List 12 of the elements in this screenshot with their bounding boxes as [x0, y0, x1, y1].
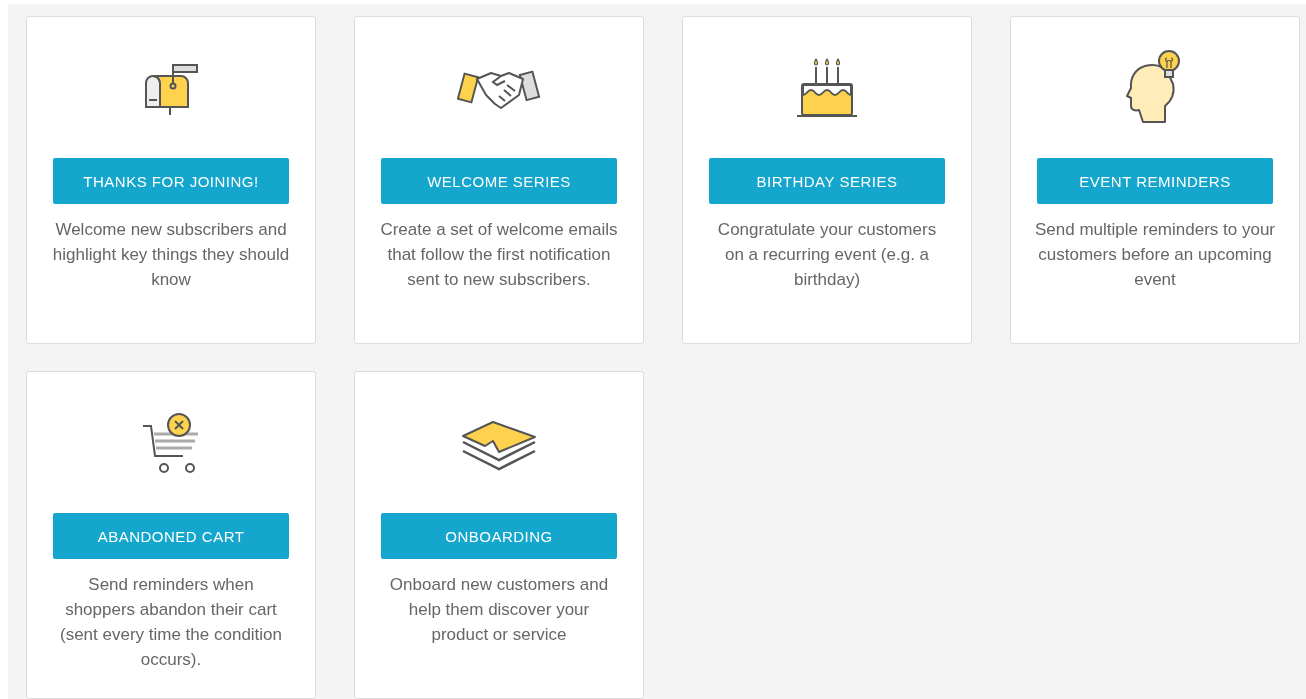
template-description: Welcome new subscribers and highlight key things they should know: [51, 219, 291, 291]
template-button[interactable]: WELCOME SERIES: [381, 158, 617, 204]
template-description: Congratulate your customers on a recurring event (e.g. a birthday): [716, 219, 938, 291]
template-description: Create a set of welcome emails that follow the first notification sent to new subscribers.: [379, 219, 619, 291]
template-description: Send reminders when shoppers abandon their cart (sent every time the condition occurs).: [58, 574, 284, 671]
template-button[interactable]: EVENT REMINDERS: [1037, 158, 1273, 204]
template-description: Onboard new customers and help them discover your product or service: [388, 574, 610, 646]
template-button[interactable]: ONBOARDING: [381, 513, 617, 559]
template-description: Send multiple reminders to your customers before an upcoming event: [1035, 219, 1275, 291]
template-button[interactable]: THANKS FOR JOINING!: [53, 158, 289, 204]
template-button[interactable]: ABANDONED CART: [53, 513, 289, 559]
template-button[interactable]: BIRTHDAY SERIES: [709, 158, 945, 204]
